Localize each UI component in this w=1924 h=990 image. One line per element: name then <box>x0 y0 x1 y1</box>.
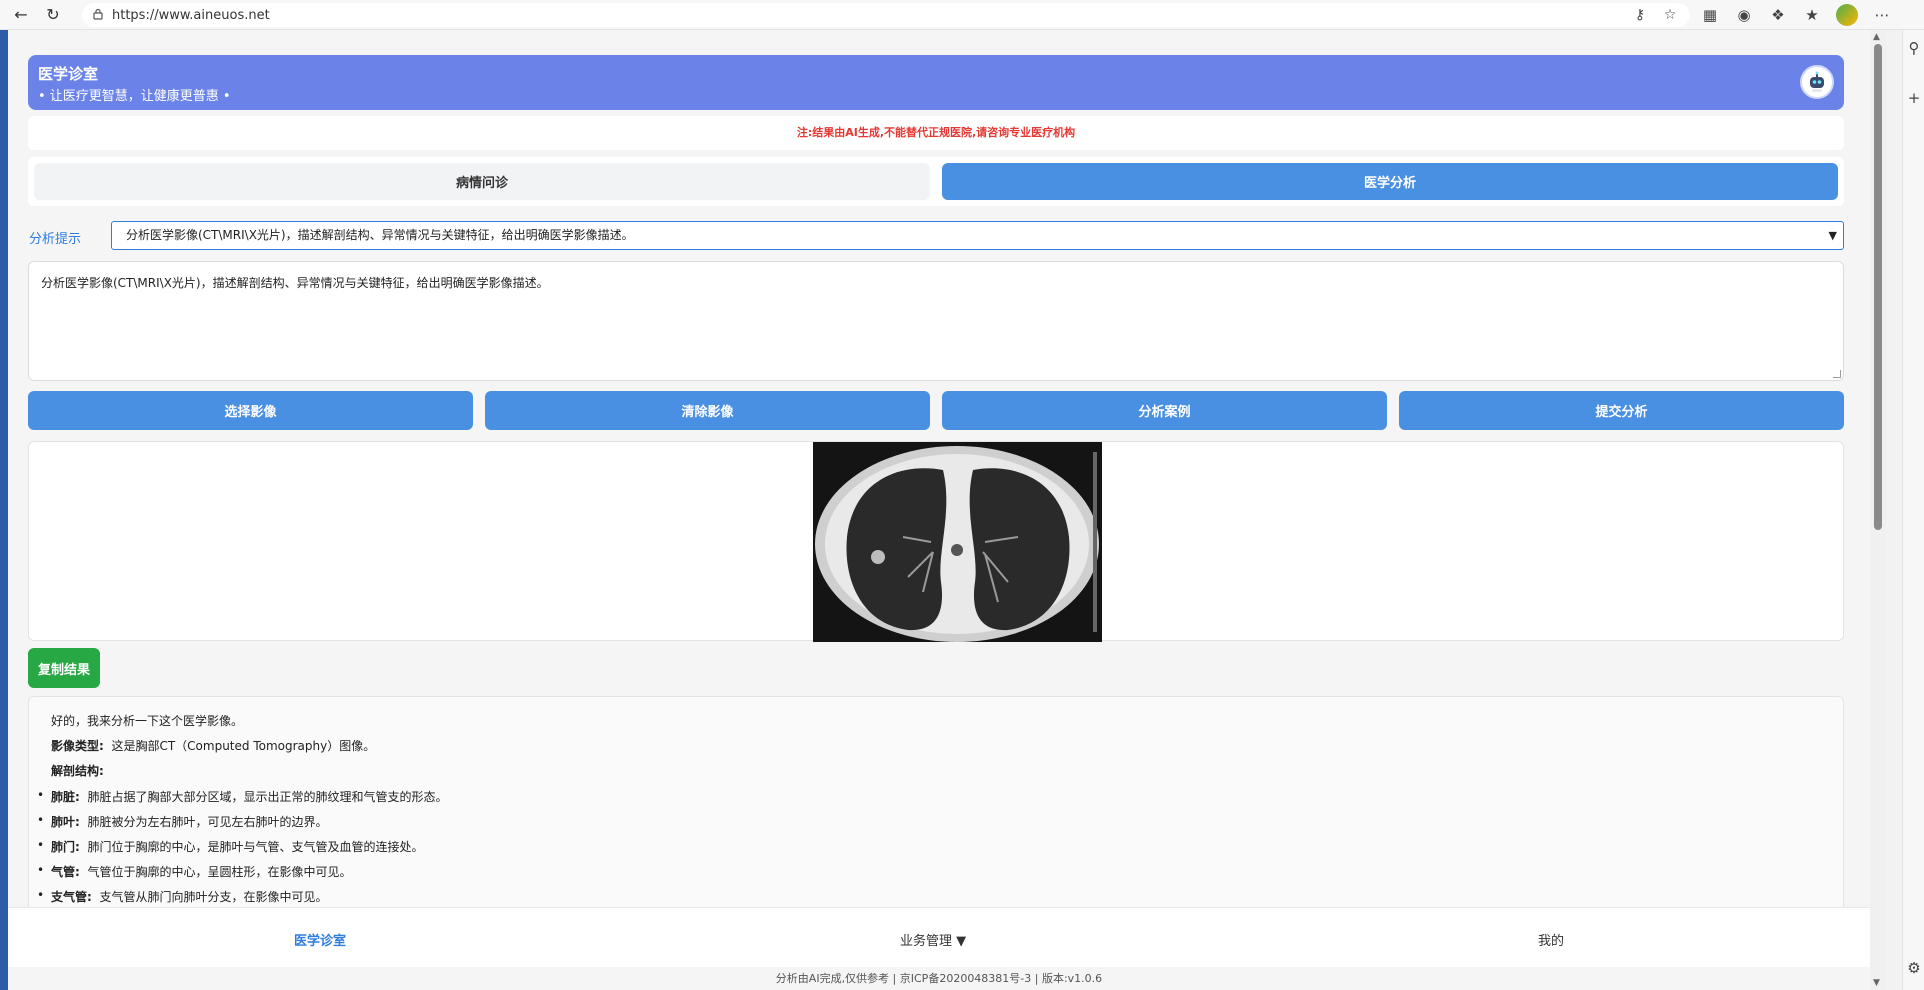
analysis-hint-select[interactable]: 分析医学影像(CT\MRI\X光片)，描述解剖结构、异常情况与关键特征，给出明确… <box>111 221 1844 250</box>
qr-code-icon[interactable]: ▦ <box>1700 5 1720 25</box>
more-icon[interactable]: ⋯ <box>1872 5 1892 25</box>
address-bar[interactable]: https://www.aineuos.net ⚷ ☆ <box>82 3 1690 27</box>
favorites-icon[interactable]: ★ <box>1802 5 1822 25</box>
robot-icon <box>1810 71 1824 92</box>
scrollbar-thumb[interactable] <box>1874 44 1882 530</box>
selected-hint-text: 分析医学影像(CT\MRI\X光片)，描述解剖结构、异常情况与关键特征，给出明确… <box>126 228 634 242</box>
camera-icon[interactable]: ◉ <box>1734 5 1754 25</box>
scroll-up-icon[interactable]: ▲ <box>1873 32 1880 42</box>
clear-image-button[interactable]: 清除影像 <box>485 391 930 430</box>
chevron-down-icon: ▼ <box>1828 229 1837 242</box>
left-edge-strip <box>0 30 8 990</box>
nav-item-business[interactable]: 业务管理 ▼ <box>900 930 966 949</box>
bullet-icon: • <box>37 788 45 802</box>
url-text: https://www.aineuos.net <box>112 7 270 23</box>
robot-avatar-icon[interactable] <box>1800 65 1834 99</box>
result-intro: 好的，我来分析一下这个医学影像。 <box>51 714 244 728</box>
list-item: 气管: 气管位于胸廓的中心，呈圆柱形，在影像中可见。 <box>51 865 352 879</box>
page-subtitle: • 让医疗更智慧，让健康更普惠 • <box>38 89 231 104</box>
image-type-label: 影像类型: <box>51 739 104 753</box>
image-type-row: 影像类型: 这是胸部CT（Computed Tomography）图像。 <box>51 737 375 754</box>
bullet-icon: • <box>37 863 45 877</box>
back-icon[interactable]: ← <box>10 4 32 26</box>
nav-item-clinic[interactable]: 医学诊室 <box>294 930 346 949</box>
disclaimer-notice: 注:结果由AI生成,不能替代正规医院,请咨询专业医疗机构 <box>28 116 1844 150</box>
key-icon[interactable]: ⚷ <box>1632 7 1648 23</box>
list-item: 肺门: 肺门位于胸廓的中心，是肺叶与气管、支气管及血管的连接处。 <box>51 840 424 854</box>
footer-text: 分析由AI完成,仅供参考 | 京ICP备2020048381号-3 | 版本:v… <box>8 967 1870 990</box>
analysis-hint-label: 分析提示 <box>29 232 82 247</box>
scroll-down-icon[interactable]: ▼ <box>1873 978 1880 988</box>
tab-consultation[interactable]: 病情问诊 <box>34 163 930 200</box>
reload-icon[interactable]: ↻ <box>42 4 64 26</box>
favorite-star-icon[interactable]: ☆ <box>1662 7 1678 23</box>
add-icon[interactable]: + <box>1906 90 1922 106</box>
app-header: 医学诊室 • 让医疗更智慧，让健康更普惠 • <box>28 55 1844 110</box>
web-page: 医学诊室 • 让医疗更智慧，让健康更普惠 • 注:结果由AI生成,不能替代正规医… <box>8 30 1870 990</box>
select-image-button[interactable]: 选择影像 <box>28 391 473 430</box>
settings-gear-icon[interactable]: ⚙ <box>1906 960 1922 976</box>
resize-handle-icon[interactable] <box>1833 370 1841 378</box>
list-item: 肺叶: 肺脏被分为左右肺叶，可见左右肺叶的边界。 <box>51 815 328 829</box>
prompt-text: 分析医学影像(CT\MRI\X光片)，描述解剖结构、异常情况与关键特征，给出明确… <box>41 276 549 290</box>
list-item: 肺脏: 肺脏占据了胸部大部分区域，显示出正常的肺纹理和气管支的形态。 <box>51 790 448 804</box>
nav-item-mine[interactable]: 我的 <box>1538 930 1564 949</box>
bullet-icon: • <box>37 813 45 827</box>
submit-analysis-button[interactable]: 提交分析 <box>1399 391 1844 430</box>
image-preview-panel <box>28 441 1844 642</box>
profile-avatar[interactable] <box>1836 4 1858 26</box>
example-case-button[interactable]: 分析案例 <box>942 391 1387 430</box>
page-title: 医学诊室 <box>38 65 99 83</box>
tab-bar: 病情问诊 医学分析 <box>28 157 1844 206</box>
search-icon[interactable]: ⚲ <box>1906 40 1922 56</box>
browser-toolbar: ← ↻ https://www.aineuos.net ⚷ ☆ ▦ ◉ ❖ ★ … <box>0 0 1924 30</box>
image-type-value: 这是胸部CT（Computed Tomography）图像。 <box>111 739 376 753</box>
chest-ct-image <box>813 442 1102 642</box>
copy-result-button[interactable]: 复制结果 <box>28 648 100 688</box>
bullet-icon: • <box>37 838 45 852</box>
tab-medical-analysis[interactable]: 医学分析 <box>942 163 1838 200</box>
browser-sidebar: ⚲ + ⚙ <box>1902 30 1924 990</box>
list-item: 支气管: 支气管从肺门向肺叶分支，在影像中可见。 <box>51 890 328 904</box>
bottom-navigation: 医学诊室 业务管理 ▼ 我的 <box>8 907 1870 967</box>
lock-icon <box>93 8 103 20</box>
extensions-icon[interactable]: ❖ <box>1768 5 1788 25</box>
bullet-icon: • <box>37 888 45 902</box>
anatomy-heading: 解剖结构: <box>51 764 104 778</box>
prompt-textarea[interactable]: 分析医学影像(CT\MRI\X光片)，描述解剖结构、异常情况与关键特征，给出明确… <box>28 261 1844 381</box>
page-scrollbar[interactable]: ▲ ▼ <box>1870 30 1886 990</box>
